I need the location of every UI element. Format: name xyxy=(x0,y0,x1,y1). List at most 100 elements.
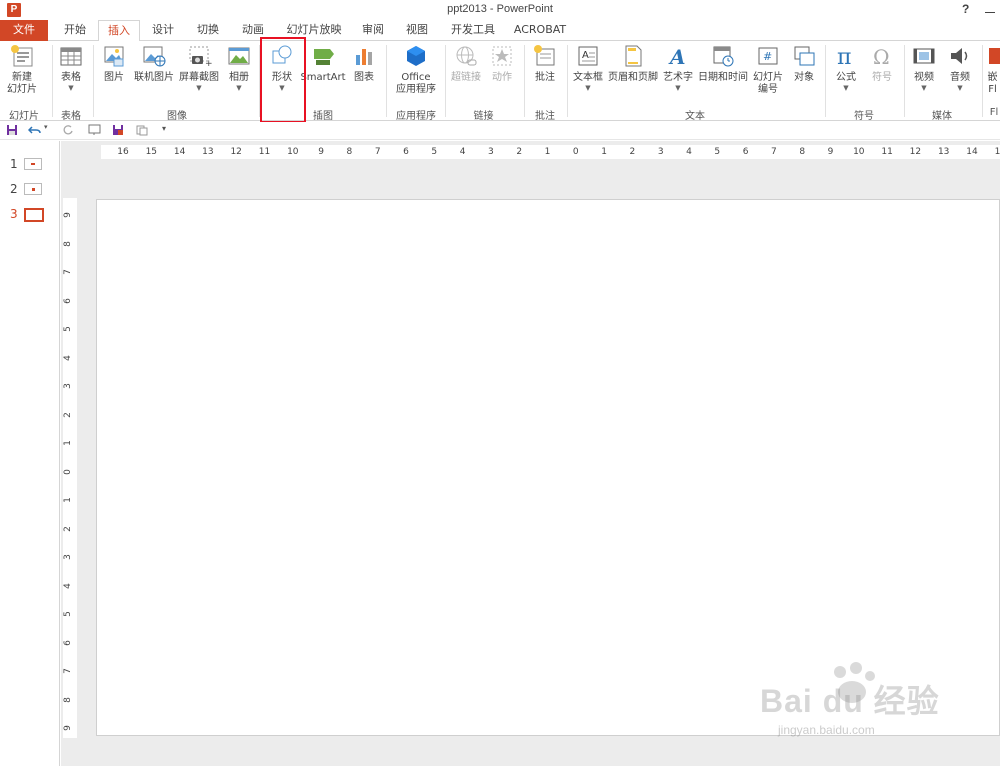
wordart-button[interactable]: A 艺术字 ▼ xyxy=(661,43,695,92)
symbol-button[interactable]: Ω 符号 xyxy=(866,43,898,84)
group-label-slides: 幻灯片 xyxy=(9,111,39,122)
comment-button[interactable]: 批注 xyxy=(528,43,562,84)
group-label-flash: Fl xyxy=(989,107,999,118)
ruler-tick-label: 2 xyxy=(62,411,73,418)
ruler-tick-label: 1 xyxy=(544,147,551,157)
status-bar xyxy=(61,741,1000,766)
ruler-tick-label: 7 xyxy=(771,147,777,157)
ruler-tick-label: 5 xyxy=(431,147,438,157)
tab-review[interactable]: 审阅 xyxy=(356,20,390,41)
film-icon xyxy=(913,48,935,64)
textbox-icon: A xyxy=(578,46,598,66)
ruler-tick-label: 8 xyxy=(346,147,353,157)
ruler-tick-label: 8 xyxy=(62,696,73,703)
slide-number-button[interactable]: # 幻灯片 编号 xyxy=(750,43,786,96)
tab-developer[interactable]: 开发工具 xyxy=(446,20,500,41)
group-separator xyxy=(825,45,826,117)
group-label-comments: 批注 xyxy=(535,111,555,122)
smartart-icon xyxy=(314,49,334,65)
horizontal-ruler: 16 15 14 13 12 11 10 9 8 7 6 5 4 3 2 1 0 1 2 3 4 5 6 7 8 9 10 11 12 1… xyxy=(101,145,1000,159)
action-button[interactable]: 动作 xyxy=(486,43,518,84)
globe-link-icon xyxy=(456,46,477,66)
screenshot-button[interactable]: + 屏幕截图 ▼ xyxy=(177,43,221,92)
svg-text:A: A xyxy=(582,50,589,61)
slide-thumbnail[interactable]: 1 xyxy=(0,155,60,175)
equation-button[interactable]: π 公式 ▼ xyxy=(830,43,862,92)
ruler-tick-label: 6 xyxy=(742,147,749,157)
ruler-tick-label: 8 xyxy=(799,147,806,157)
start-slideshow-icon[interactable] xyxy=(88,124,102,136)
watermark-brand: Bai du 经验 xyxy=(760,683,940,719)
redo-icon[interactable] xyxy=(62,124,74,136)
ruler-tick-label: 2 xyxy=(516,147,523,157)
group-separator xyxy=(52,45,53,117)
group-label-apps: 应用程序 xyxy=(396,111,436,122)
group-label-text: 文本 xyxy=(685,111,705,122)
video-button[interactable]: 视频 ▼ xyxy=(908,43,940,92)
slide-canvas[interactable] xyxy=(96,199,1000,736)
group-separator xyxy=(904,45,905,117)
ruler-tick-label: 9 xyxy=(62,725,73,731)
tab-view[interactable]: 视图 xyxy=(399,20,435,41)
group-separator xyxy=(982,45,983,117)
online-picture-icon xyxy=(143,46,166,67)
tab-insert[interactable]: 插入 xyxy=(98,20,140,42)
slide-thumbnail[interactable]: 2 xyxy=(0,180,60,200)
ruler-tick-label: 15 xyxy=(145,147,158,157)
save-icon[interactable] xyxy=(6,124,18,136)
tab-home[interactable]: 开始 xyxy=(55,20,95,41)
ruler-tick-label: 3 xyxy=(62,554,73,560)
ruler-tick-label: 5 xyxy=(62,326,73,332)
online-picture-button[interactable]: 联机图片 xyxy=(132,43,176,84)
picture-button[interactable]: 图片 xyxy=(100,43,128,84)
undo-dropdown-icon[interactable]: ▾ xyxy=(44,123,48,131)
ruler-tick-label: 11 xyxy=(258,147,271,157)
tab-file[interactable]: 文件 xyxy=(0,20,48,41)
ruler-tick-label: 4 xyxy=(459,147,466,157)
table-button[interactable]: 表格 ▼ xyxy=(56,43,86,92)
minimize-icon[interactable] xyxy=(985,12,995,13)
tab-transitions[interactable]: 切换 xyxy=(188,20,228,41)
save-as-icon[interactable] xyxy=(112,124,124,136)
group-separator xyxy=(567,45,568,117)
photo-album-button[interactable]: 相册 ▼ xyxy=(224,43,254,92)
tab-design[interactable]: 设计 xyxy=(144,20,182,41)
chevron-down-icon: ▼ xyxy=(675,84,681,92)
ruler-tick-label: 2 xyxy=(629,147,636,157)
smartart-button[interactable]: SmartArt xyxy=(300,43,346,84)
flash-button[interactable]: 嵌 Fl xyxy=(985,43,1000,96)
svg-text:+: + xyxy=(205,59,212,69)
chart-button[interactable]: 图表 xyxy=(350,43,378,84)
ruler-tick-label: 8 xyxy=(62,240,73,247)
ruler-tick-label: 9 xyxy=(827,147,834,157)
slide-thumbnails-pane: 1 2 3 xyxy=(0,141,60,766)
object-button[interactable]: 对象 xyxy=(789,43,819,84)
undo-icon[interactable] xyxy=(28,124,42,136)
group-label-media: 媒体 xyxy=(932,111,952,122)
hyperlink-button[interactable]: 超链接 xyxy=(449,43,483,84)
header-footer-button[interactable]: 页眉和页脚 xyxy=(606,43,660,84)
textbox-button[interactable]: A 文本框 ▼ xyxy=(571,43,605,92)
group-label-tables: 表格 xyxy=(61,111,81,122)
wordart-icon: A xyxy=(668,45,686,69)
audio-button[interactable]: 音频 ▼ xyxy=(944,43,976,92)
copy-format-icon[interactable] xyxy=(136,124,148,136)
ribbon-tabs: 文件 开始 插入 设计 切换 动画 幻灯片放映 审阅 视图 开发工具 ACROB… xyxy=(0,20,1000,42)
speaker-icon xyxy=(951,48,968,64)
date-time-button[interactable]: 日期和时间 xyxy=(697,43,749,84)
help-button[interactable]: ? xyxy=(962,2,969,16)
tab-acrobat[interactable]: ACROBAT xyxy=(510,20,570,41)
customize-qat-icon[interactable]: ▾ xyxy=(162,124,166,133)
ruler-tick-label: 1 xyxy=(62,440,73,446)
slide-thumbnail-active[interactable]: 3 xyxy=(0,205,60,225)
group-separator xyxy=(524,45,525,117)
ruler-tick-label: 13 xyxy=(202,147,214,157)
new-slide-button[interactable]: 新建 幻灯片 xyxy=(3,43,41,96)
office-apps-button[interactable]: Office 应用程序 xyxy=(390,43,442,96)
ruler-tick-label: 3 xyxy=(657,147,664,157)
pi-icon: π xyxy=(837,45,851,69)
calendar-clock-icon xyxy=(713,46,734,67)
ruler-tick-label: 15 xyxy=(994,147,1000,157)
chart-icon xyxy=(356,49,372,65)
chevron-down-icon: ▼ xyxy=(921,84,927,92)
